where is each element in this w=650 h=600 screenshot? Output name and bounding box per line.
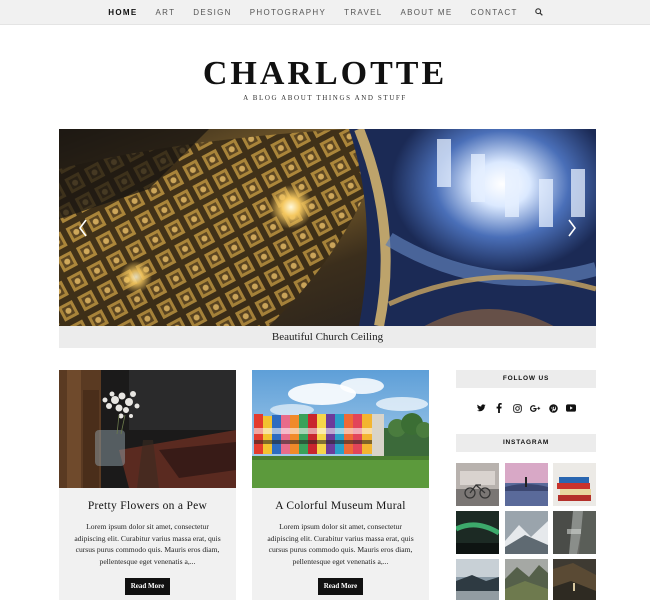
- post-title[interactable]: Pretty Flowers on a Pew: [59, 500, 236, 512]
- search-button[interactable]: [527, 8, 551, 16]
- nav-item-travel[interactable]: TRAVEL: [335, 8, 391, 17]
- twitter-link[interactable]: [476, 403, 487, 414]
- slider-next-button[interactable]: [562, 217, 582, 239]
- instagram-photo[interactable]: [553, 463, 596, 506]
- follow-us-widget-title: FOLLOW US: [456, 370, 596, 388]
- post-image-flowers-pew[interactable]: [59, 370, 236, 488]
- nav-item-photography[interactable]: PHOTOGRAPHY: [241, 8, 335, 17]
- youtube-icon: [566, 404, 576, 412]
- nav-item-home[interactable]: HOME: [99, 8, 146, 17]
- pinterest-link[interactable]: [548, 403, 559, 414]
- instagram-photo[interactable]: [456, 511, 499, 554]
- facebook-icon: [496, 403, 502, 413]
- featured-slider[interactable]: [59, 129, 596, 326]
- social-icons: [456, 401, 596, 415]
- instagram-photo[interactable]: [553, 559, 596, 600]
- post-excerpt: Lorem ipsum dolor sit amet, consectetur …: [267, 522, 414, 566]
- nav-item-contact[interactable]: CONTACT: [462, 8, 527, 17]
- instagram-widget-title: INSTAGRAM: [456, 434, 596, 452]
- google-plus-icon: [529, 404, 540, 412]
- search-icon: [534, 8, 543, 16]
- chevron-left-icon: [79, 219, 87, 237]
- instagram-photo[interactable]: [553, 511, 596, 554]
- nav-item-design[interactable]: DESIGN: [184, 8, 240, 17]
- pinterest-icon: [548, 403, 558, 413]
- top-navigation: HOME ART DESIGN PHOTOGRAPHY TRAVEL ABOUT…: [0, 0, 650, 25]
- instagram-feed: [456, 463, 596, 600]
- slide-image-church-ceiling: [59, 129, 596, 326]
- site-title[interactable]: CHARLOTTE: [0, 55, 650, 93]
- read-more-button[interactable]: Read More: [318, 578, 363, 595]
- chevron-right-icon: [568, 219, 576, 237]
- facebook-link[interactable]: [494, 403, 505, 414]
- instagram-link[interactable]: [512, 403, 523, 414]
- instagram-photo[interactable]: [504, 559, 548, 600]
- post-card: Pretty Flowers on a Pew Lorem ipsum dolo…: [59, 370, 236, 600]
- nav-item-about-me[interactable]: ABOUT ME: [391, 8, 461, 17]
- read-more-button[interactable]: Read More: [125, 578, 170, 595]
- nav-item-art[interactable]: ART: [147, 8, 185, 17]
- post-card: A Colorful Museum Mural Lorem ipsum dolo…: [252, 370, 429, 600]
- post-excerpt: Lorem ipsum dolor sit amet, consectetur …: [74, 522, 221, 566]
- slider-prev-button[interactable]: [73, 217, 93, 239]
- post-image-museum-mural[interactable]: [252, 370, 429, 488]
- google-plus-link[interactable]: [529, 403, 541, 414]
- youtube-link[interactable]: [566, 403, 577, 414]
- twitter-icon: [476, 404, 486, 412]
- instagram-icon: [512, 403, 522, 413]
- site-tagline: A BLOG ABOUT THINGS AND STUFF: [243, 94, 407, 102]
- post-title[interactable]: A Colorful Museum Mural: [252, 500, 429, 512]
- instagram-photo[interactable]: [456, 463, 499, 506]
- instagram-photo[interactable]: [504, 463, 548, 506]
- slide-caption: Beautiful Church Ceiling: [59, 326, 596, 348]
- instagram-photo[interactable]: [456, 559, 499, 600]
- instagram-photo[interactable]: [504, 511, 548, 554]
